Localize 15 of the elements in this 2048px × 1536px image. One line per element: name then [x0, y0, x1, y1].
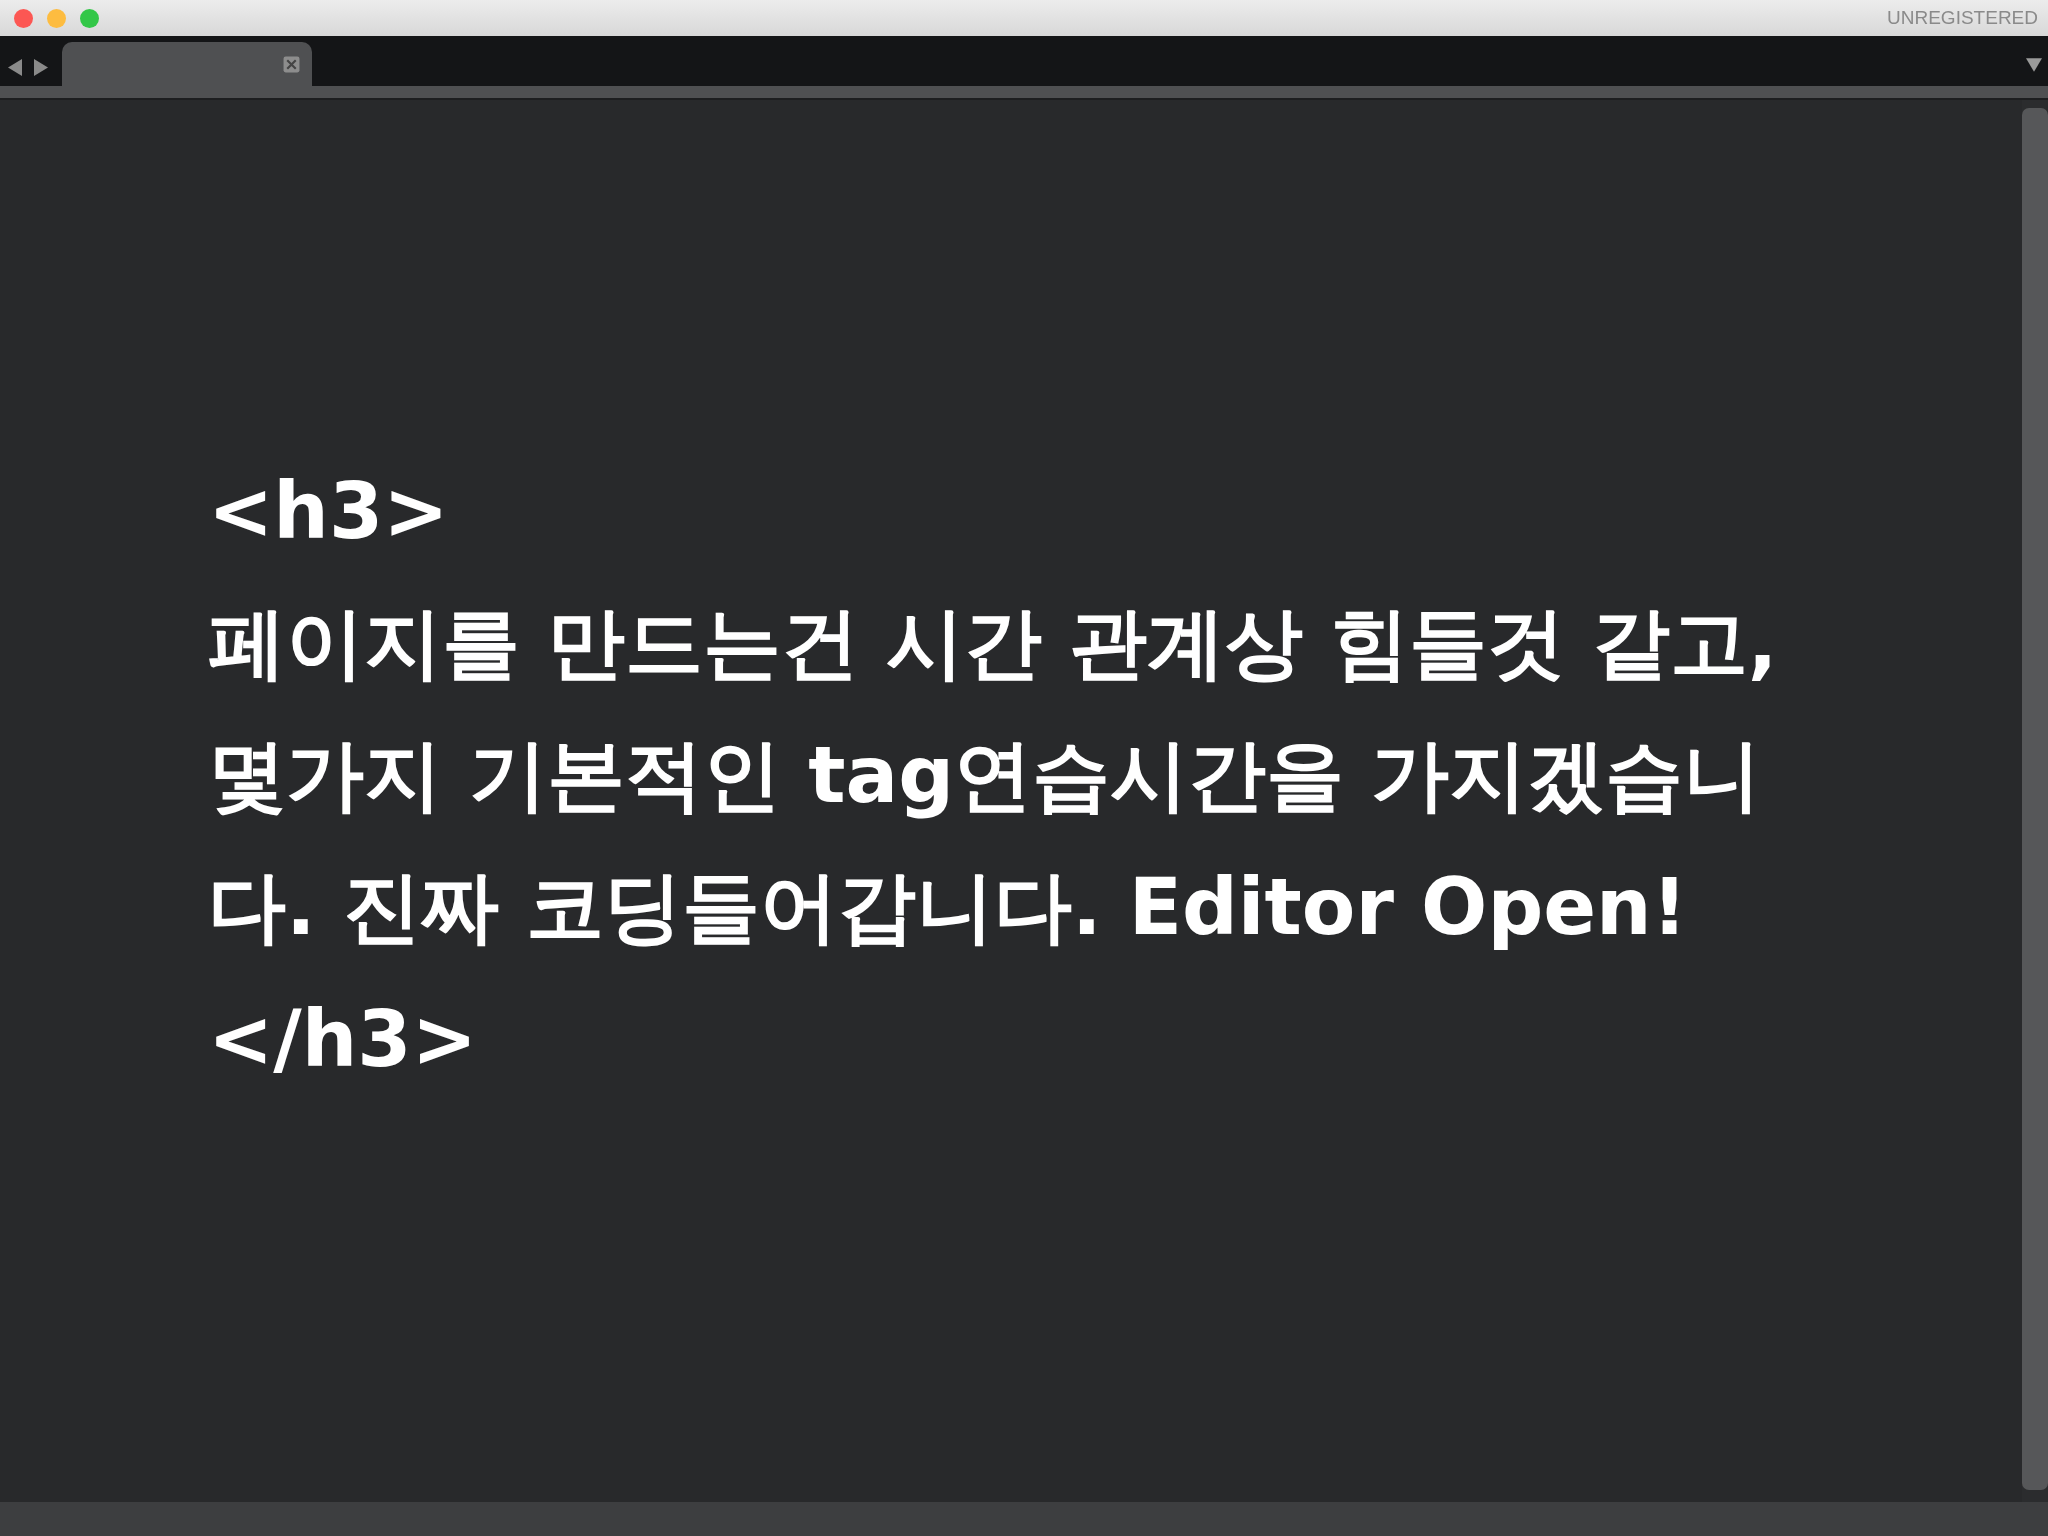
code-line: </h3> [208, 993, 478, 1086]
dropdown-arrow-icon[interactable] [2026, 58, 2042, 72]
code-line: <h3> [208, 465, 450, 558]
close-icon[interactable] [283, 55, 300, 73]
editor-tab[interactable] [62, 42, 312, 86]
code-line: 몇가지 기본적인 tag연습시간을 가지겠습니 [208, 729, 1763, 822]
next-arrow-icon[interactable] [34, 59, 48, 76]
code-line: 다. 진짜 코딩들어갑니다. Editor Open! [208, 861, 1689, 954]
previous-arrow-icon[interactable] [8, 59, 22, 76]
scrollbar-thumb[interactable] [2022, 108, 2048, 1490]
close-button[interactable] [14, 8, 33, 28]
zoom-button[interactable] [80, 8, 99, 28]
minimize-button[interactable] [47, 8, 66, 28]
code-line: 페이지를 만드는건 시간 관계상 힘들것 같고, [208, 597, 1778, 690]
window-title: UNREGISTERED [1887, 7, 2038, 29]
